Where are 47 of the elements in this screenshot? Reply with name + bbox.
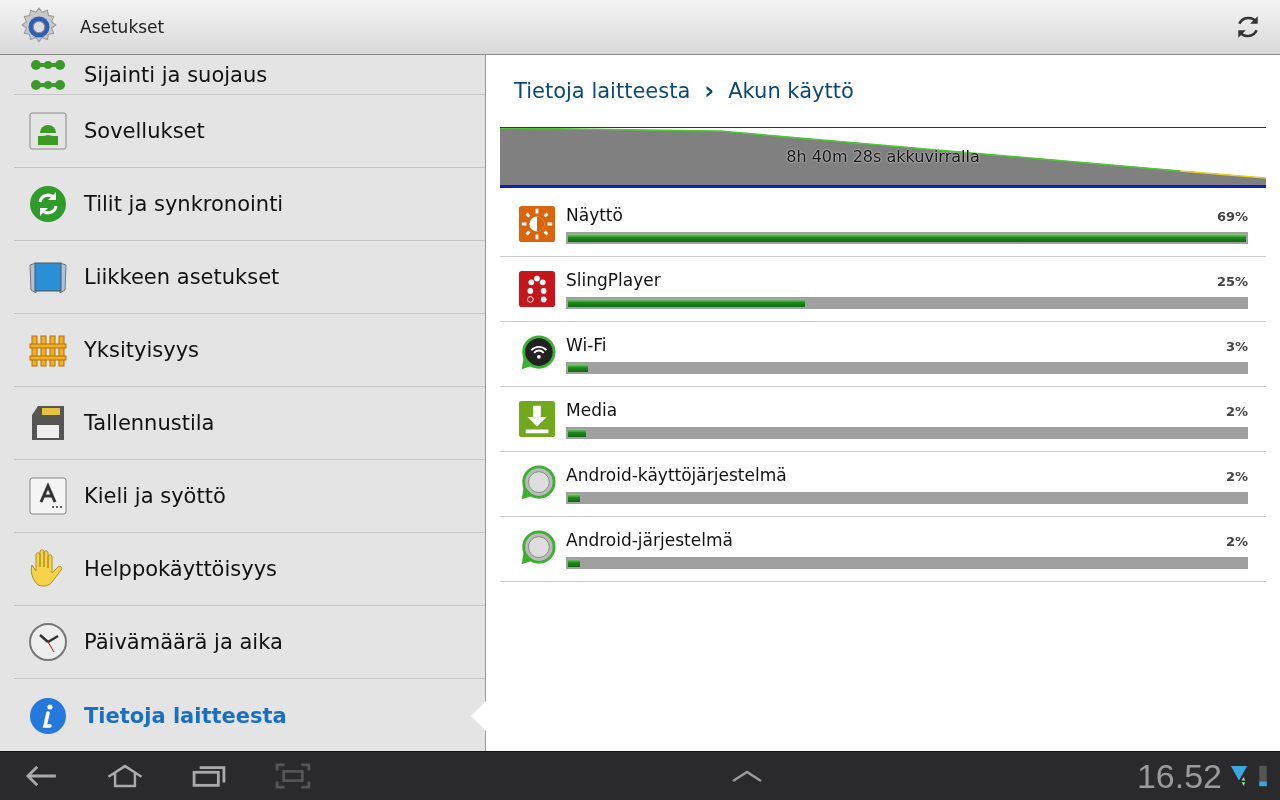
app-name: Android-järjestelmä — [566, 529, 733, 550]
clock-icon — [28, 622, 68, 662]
chevron-up-icon[interactable] — [731, 769, 764, 783]
sidebar-item[interactable]: Kieli ja syöttö — [14, 460, 485, 533]
sync-icon — [28, 184, 68, 224]
sidebar-item[interactable]: Tallennustila — [14, 387, 485, 460]
app-logo-icon — [518, 270, 556, 308]
brightness-icon — [518, 205, 556, 243]
app-title: Asetukset — [80, 17, 165, 37]
app-name: SlingPlayer — [566, 269, 661, 290]
usage-percent: 69% — [1216, 208, 1248, 224]
info-icon — [28, 695, 68, 736]
app-name: Android-käyttöjärjestelmä — [566, 464, 787, 485]
usage-percent: 3% — [1225, 338, 1248, 354]
usage-row[interactable]: Näyttö 69% — [500, 192, 1266, 257]
clock-time[interactable]: 16.52 — [1136, 756, 1222, 796]
usage-percent: 2% — [1225, 533, 1248, 549]
usage-row[interactable]: Media 2% — [500, 387, 1266, 452]
usage-row[interactable]: Android-järjestelmä 2% — [500, 517, 1266, 582]
download-icon — [518, 400, 556, 438]
sidebar-item[interactable]: Sijainti ja suojaus — [14, 55, 485, 95]
breadcrumb-separator: › — [704, 77, 715, 105]
sidebar-item[interactable]: Päivämäärä ja aika — [14, 606, 485, 679]
usage-row[interactable]: Wi-Fi 3% — [500, 322, 1266, 387]
sidebar-item[interactable]: Helppokäyttöisyys — [14, 533, 485, 606]
battery-duration: 8h 40m 28s akkuvirralla — [786, 147, 980, 166]
battery-icon — [1258, 764, 1268, 788]
usage-row[interactable]: Android-käyttöjärjestelmä 2% — [500, 452, 1266, 517]
home-icon[interactable] — [106, 762, 144, 790]
battery-history-graph[interactable]: 8h 40m 28s akkuvirralla — [500, 128, 1266, 188]
wifi-signal-icon — [1230, 764, 1248, 788]
sidebar-item[interactable]: Yksityisyys — [14, 314, 485, 387]
app-name: Wi-Fi — [566, 334, 607, 355]
selection-pointer — [471, 700, 486, 731]
app-name: Media — [566, 399, 618, 420]
usage-percent: 2% — [1225, 468, 1248, 484]
sidebar-item[interactable]: Sovellukset — [14, 95, 485, 168]
app-name: Näyttö — [566, 204, 623, 225]
usage-percent: 2% — [1225, 403, 1248, 419]
usage-row[interactable]: SlingPlayer 25% — [500, 257, 1266, 322]
sidebar-item[interactable]: Tilit ja synkronointi — [14, 168, 485, 241]
sidebar-item[interactable]: Tietoja laitteesta — [14, 679, 485, 752]
sidebar-item[interactable]: Liikkeen asetukset — [14, 241, 485, 314]
usage-percent: 25% — [1216, 273, 1248, 289]
keyboard-key-icon — [28, 476, 68, 516]
breadcrumb-current: Akun käyttö — [728, 79, 854, 103]
breadcrumb-link[interactable]: Tietoja laitteesta — [514, 79, 691, 103]
